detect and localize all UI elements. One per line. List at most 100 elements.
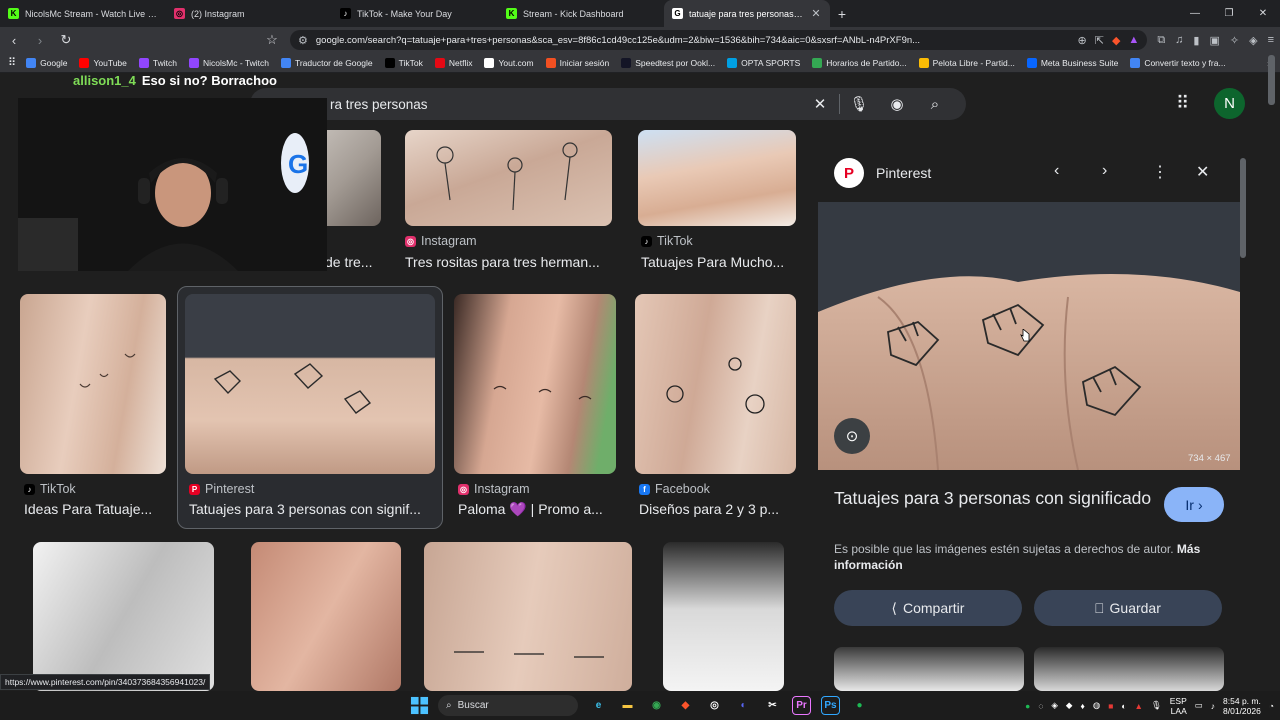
- tray-icon[interactable]: ■: [1108, 701, 1113, 711]
- result-thumbnail[interactable]: [635, 294, 796, 474]
- result-thumbnail[interactable]: [405, 130, 612, 226]
- windows-start-icon[interactable]: [410, 696, 429, 715]
- bookmark-item[interactable]: Twitch: [138, 57, 177, 68]
- premiere-icon[interactable]: Pr: [792, 696, 811, 715]
- result-thumbnail[interactable]: [251, 542, 401, 691]
- edge-icon[interactable]: e: [589, 696, 608, 715]
- bookmark-page-icon[interactable]: ☆: [264, 32, 280, 48]
- minimize-button[interactable]: —: [1178, 0, 1212, 27]
- bookmark-item[interactable]: Iniciar sesión: [545, 57, 609, 68]
- tab-2[interactable]: ♪ TikTok - Make Your Day: [332, 0, 498, 27]
- result-thumbnail[interactable]: [638, 130, 796, 226]
- bookmark-item[interactable]: Horarios de Partido...: [812, 57, 907, 68]
- tab-4[interactable]: Gtatuaje para tres personas - Buscar ✕: [664, 0, 830, 27]
- tab-1[interactable]: ◎ (2) Instagram: [166, 0, 332, 27]
- visit-button[interactable]: Ir ›: [1164, 487, 1224, 522]
- capcut-icon[interactable]: ✂: [763, 696, 782, 715]
- vpn-icon[interactable]: ◈: [1249, 34, 1257, 47]
- result-caption[interactable]: Tatuajes para 3 personas con signif...: [189, 501, 434, 517]
- result-thumbnail[interactable]: [424, 542, 632, 691]
- address-bar[interactable]: ⚙ google.com/search?q=tatuaje+para+tres+…: [290, 30, 1148, 50]
- bookmark-item[interactable]: Netflix: [434, 57, 472, 68]
- result-caption[interactable]: Diseños para 2 y 3 p...: [639, 501, 794, 517]
- result-caption[interactable]: Paloma 💜 | Promo a...: [458, 501, 616, 518]
- tray-icon[interactable]: ♦: [1080, 701, 1084, 711]
- microphone-tray-icon[interactable]: 🎙: [1151, 700, 1162, 711]
- language-indicator[interactable]: ESP LAA: [1170, 696, 1187, 716]
- next-image-icon[interactable]: ›: [1102, 162, 1107, 180]
- sidebar-icon[interactable]: ▮: [1193, 34, 1199, 47]
- close-tab-icon[interactable]: ✕: [810, 7, 822, 20]
- volume-icon[interactable]: ♪: [1211, 701, 1215, 711]
- forward-button[interactable]: ›: [32, 33, 48, 48]
- related-image[interactable]: [1034, 647, 1224, 691]
- close-window-button[interactable]: ✕: [1246, 0, 1280, 27]
- brave-rewards-icon[interactable]: ▲: [1128, 34, 1139, 46]
- tab-3[interactable]: K Stream - Kick Dashboard: [498, 0, 664, 27]
- maximize-button[interactable]: ❐: [1212, 0, 1246, 27]
- bookmark-item[interactable]: Convertir texto y fra...: [1130, 57, 1226, 68]
- spotify-tray-icon[interactable]: ●: [1025, 701, 1030, 711]
- bookmark-item[interactable]: Traductor de Google: [280, 57, 373, 68]
- panel-title[interactable]: Tatuajes para 3 personas con significado: [834, 486, 1154, 510]
- chrome-icon[interactable]: ◉: [647, 696, 666, 715]
- previous-image-icon[interactable]: ‹: [1054, 162, 1059, 180]
- menu-icon[interactable]: ≡: [1268, 34, 1274, 47]
- panel-scrollbar[interactable]: [1240, 158, 1246, 678]
- related-image[interactable]: [834, 647, 1024, 691]
- result-thumbnail[interactable]: [20, 294, 166, 474]
- url-text[interactable]: google.com/search?q=tatuaje+para+tres+pe…: [316, 35, 1070, 46]
- reload-button[interactable]: ↻: [58, 32, 74, 48]
- site-info-icon[interactable]: ⚙: [298, 34, 308, 47]
- network-icon[interactable]: ▭: [1195, 700, 1203, 711]
- result-caption[interactable]: Tres rositas para tres herman...: [405, 254, 615, 270]
- page-scrollbar[interactable]: [1268, 55, 1275, 610]
- new-tab-button[interactable]: +: [830, 6, 854, 22]
- close-panel-icon[interactable]: ✕: [1196, 162, 1209, 182]
- file-explorer-icon[interactable]: ▬: [618, 696, 637, 715]
- share-button[interactable]: ⟨ Compartir: [834, 590, 1022, 626]
- bookmark-item[interactable]: Google: [26, 57, 67, 68]
- bookmark-item[interactable]: YouTube: [79, 57, 127, 68]
- bookmark-item[interactable]: Meta Business Suite: [1026, 57, 1118, 68]
- bookmark-item[interactable]: NicolsMc - Twitch: [188, 57, 269, 68]
- bookmark-item[interactable]: TikTok: [384, 57, 423, 68]
- result-thumbnail[interactable]: [663, 542, 784, 691]
- search-query[interactable]: ra tres personas: [330, 97, 801, 112]
- brave-icon[interactable]: ◆: [676, 696, 695, 715]
- apps-grid-icon[interactable]: ⠿: [8, 56, 16, 69]
- bookmark-item[interactable]: Yout.com: [484, 57, 534, 68]
- result-caption[interactable]: Tatuajes Para Mucho...: [641, 254, 799, 270]
- leo-icon[interactable]: ✧: [1230, 34, 1239, 47]
- search-box[interactable]: ra tres personas ✕ 🎙 ◉ ⌕: [250, 88, 966, 120]
- bookmark-item[interactable]: Speedtest por Ookl...: [621, 57, 715, 68]
- search-icon[interactable]: ⌕: [916, 96, 954, 113]
- spotify-icon[interactable]: ●: [850, 696, 869, 715]
- result-caption[interactable]: de tre...: [325, 254, 385, 270]
- voice-search-icon[interactable]: 🎙: [840, 95, 878, 113]
- profile-avatar[interactable]: N: [1214, 88, 1245, 119]
- share-icon[interactable]: ⇱: [1095, 34, 1104, 47]
- brave-shield-icon[interactable]: ◆: [1112, 34, 1120, 47]
- result-thumbnail[interactable]: [185, 294, 435, 474]
- bookmark-item[interactable]: Pelota Libre - Partid...: [918, 57, 1015, 68]
- notifications-icon[interactable]: ◔: [1269, 701, 1274, 711]
- extensions-icon[interactable]: ⧉: [1157, 34, 1165, 47]
- panel-source[interactable]: Pinterest: [876, 165, 931, 181]
- tray-icon[interactable]: ◐: [1121, 701, 1126, 711]
- back-button[interactable]: ‹: [6, 33, 22, 48]
- result-thumbnail[interactable]: [454, 294, 616, 474]
- more-options-icon[interactable]: ⋮: [1152, 162, 1168, 182]
- bookmark-item[interactable]: OPTA SPORTS: [727, 57, 800, 68]
- zoom-icon[interactable]: ⊕: [1078, 34, 1087, 47]
- clear-search-icon[interactable]: ✕: [801, 95, 839, 113]
- tray-icon[interactable]: ◈: [1051, 700, 1058, 711]
- media-icon[interactable]: ♫: [1175, 34, 1183, 47]
- tray-icon[interactable]: ◌: [1038, 701, 1043, 711]
- result-caption[interactable]: Ideas Para Tatuaje...: [24, 501, 164, 517]
- tray-icon[interactable]: ▲: [1135, 701, 1143, 711]
- lens-search-icon[interactable]: ⊙: [834, 418, 870, 454]
- photoshop-icon[interactable]: Ps: [821, 696, 840, 715]
- save-button[interactable]: ⎕ Guardar: [1034, 590, 1222, 626]
- tray-icon[interactable]: ◆: [1066, 700, 1073, 711]
